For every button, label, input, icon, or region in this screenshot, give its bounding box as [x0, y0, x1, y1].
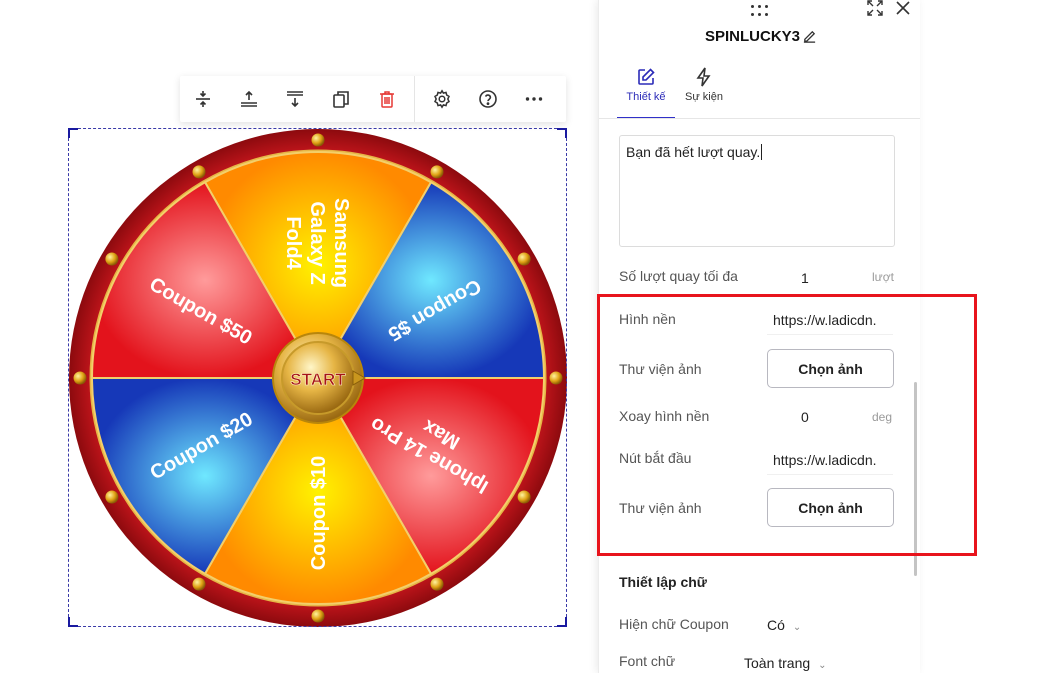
resize-handle-bottom-left[interactable]: [68, 617, 78, 627]
show-coupon-text-label: Hiện chữ Coupon: [619, 616, 729, 632]
align-center-vertical-icon[interactable]: [180, 76, 226, 122]
panel-title: SPINLUCKY3: [704, 28, 801, 45]
max-spins-label: Số lượt quay tối đa: [619, 268, 738, 284]
tabs-divider: [599, 118, 920, 119]
choose-start-image-button[interactable]: Chọn ảnh: [767, 488, 894, 527]
editor-canvas: SamsungGalaxy ZFold4 Coupon $5 Iphone 14 P…: [0, 0, 1045, 673]
drag-handle-icon[interactable]: [749, 1, 771, 17]
out-of-spins-message-field[interactable]: Bạn đã hết lượt quay.: [619, 135, 895, 247]
start-button-label: Nút bắt đầu: [619, 450, 692, 466]
show-coupon-text-select[interactable]: Có ⌄: [767, 617, 801, 633]
max-spins-unit: lượt: [872, 270, 894, 284]
duplicate-icon[interactable]: [318, 76, 364, 122]
background-library-label: Thư viện ảnh: [619, 361, 702, 377]
max-spins-input[interactable]: 1: [801, 270, 809, 286]
chevron-down-icon: ⌄: [792, 622, 802, 633]
expand-icon[interactable]: [867, 0, 883, 16]
move-down-icon[interactable]: [272, 76, 318, 122]
move-up-icon[interactable]: [226, 76, 272, 122]
tab-events-label: Sự kiện: [685, 91, 723, 103]
panel-scrollbar[interactable]: [914, 382, 917, 576]
panel-tabs: Thiết kế Sự kiện: [617, 62, 733, 119]
text-settings-title: Thiết lập chữ: [619, 574, 707, 590]
edit-icon: [638, 68, 655, 85]
edit-title-icon[interactable]: [802, 29, 817, 44]
rotate-background-unit: deg: [872, 410, 893, 424]
background-url-input[interactable]: https://w.ladicdn.: [767, 305, 893, 335]
resize-handle-bottom-right[interactable]: [557, 617, 567, 627]
resize-handle-top-right[interactable]: [557, 128, 567, 138]
background-label: Hình nền: [619, 311, 676, 327]
start-button-url-input[interactable]: https://w.ladicdn.: [767, 445, 893, 475]
resize-handle-top-left[interactable]: [68, 128, 78, 138]
settings-icon[interactable]: [419, 76, 465, 122]
font-select[interactable]: Toàn trang ⌄: [744, 655, 827, 671]
font-label: Font chữ: [619, 653, 676, 669]
chevron-down-icon: ⌄: [818, 660, 827, 671]
more-icon[interactable]: [511, 76, 557, 122]
tab-events[interactable]: Sự kiện: [675, 62, 733, 118]
close-icon[interactable]: [895, 0, 911, 16]
tab-design[interactable]: Thiết kế: [617, 62, 675, 119]
lightning-icon: [696, 67, 711, 87]
rotate-background-input[interactable]: 0: [801, 409, 809, 425]
tab-design-label: Thiết kế: [626, 91, 666, 103]
choose-background-image-button[interactable]: Chọn ảnh: [767, 349, 894, 388]
element-toolbar: [180, 76, 566, 122]
toolbar-divider: [414, 76, 415, 122]
properties-panel: SPINLUCKY3 Thiết kế Sự kiện Bạn đã hết l…: [598, 0, 920, 673]
selection-box: [68, 128, 567, 627]
delete-icon[interactable]: [364, 76, 410, 122]
rotate-background-label: Xoay hình nền: [619, 408, 710, 424]
start-library-label: Thư viện ảnh: [619, 500, 702, 516]
help-icon[interactable]: [465, 76, 511, 122]
